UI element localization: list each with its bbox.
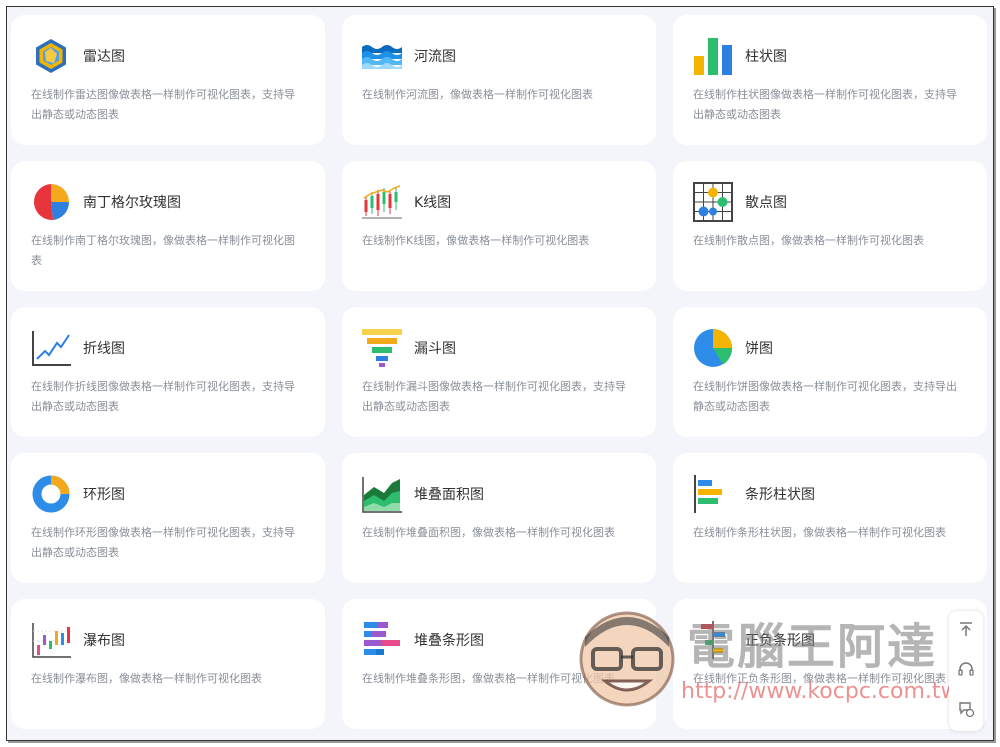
card-funnel[interactable]: 漏斗图 在线制作漏斗图像做表格一样制作可视化图表，支持导出静态或动态图表 [342,307,656,437]
card-radar[interactable]: 雷达图 在线制作雷达图像做表格一样制作可视化图表，支持导出静态或动态图表 [11,15,325,145]
card-title: 散点图 [745,195,787,211]
card-description: 在线制作条形柱状图，像做表格一样制作可视化图表 [693,526,946,539]
card-horizontal-bar[interactable]: 条形柱状图 在线制作条形柱状图，像做表格一样制作可视化图表 [673,453,987,583]
river-chart-icon [362,36,402,76]
line-chart-icon [31,328,71,368]
card-title: 堆叠面积图 [414,487,484,503]
card-stacked-bar[interactable]: 堆叠条形图 在线制作堆叠条形图，像做表格一样制作可视化图表 [342,599,656,729]
card-waterfall[interactable]: 瀑布图 在线制作瀑布图，像做表格一样制作可视化图表 [11,599,325,729]
card-title: 柱状图 [745,49,787,65]
card-stacked-area[interactable]: 堆叠面积图 在线制作堆叠面积图，像做表格一样制作可视化图表 [342,453,656,583]
card-description: 在线制作环形图像做表格一样制作可视化图表，支持导出静态或动态图表 [31,526,295,559]
card-title: 南丁格尔玫瑰图 [83,195,181,211]
card-title: 环形图 [83,487,125,503]
scatter-chart-icon [693,182,733,222]
stacked-area-chart-icon [362,474,402,514]
card-description: 在线制作K线图，像做表格一样制作可视化图表 [362,234,590,247]
card-candlestick[interactable]: K线图 在线制作K线图，像做表格一样制作可视化图表 [342,161,656,291]
card-diverging-bar[interactable]: 正负条形图 在线制作正负条形图，像做表格一样制作可视化图表 [673,599,987,729]
card-title: 饼图 [745,341,773,357]
card-title: 条形柱状图 [745,487,815,503]
chart-type-grid: 雷达图 在线制作雷达图像做表格一样制作可视化图表，支持导出静态或动态图表 河流图… [11,15,987,729]
card-description: 在线制作南丁格尔玫瑰图，像做表格一样制作可视化图表 [31,234,295,267]
radar-chart-icon [31,36,71,76]
card-rose[interactable]: 南丁格尔玫瑰图 在线制作南丁格尔玫瑰图，像做表格一样制作可视化图表 [11,161,325,291]
feedback-button[interactable] [949,691,983,731]
candlestick-chart-icon [362,182,402,222]
customer-service-button[interactable] [949,651,983,691]
floating-toolbar [949,611,983,731]
card-description: 在线制作堆叠条形图，像做表格一样制作可视化图表 [362,672,615,685]
card-title: 瀑布图 [83,633,125,649]
page-frame: 雷达图 在线制作雷达图像做表格一样制作可视化图表，支持导出静态或动态图表 河流图… [6,6,994,741]
pie-chart-icon [693,328,733,368]
card-title: 河流图 [414,49,456,65]
card-river[interactable]: 河流图 在线制作河流图，像做表格一样制作可视化图表 [342,15,656,145]
card-pie[interactable]: 饼图 在线制作饼图像做表格一样制作可视化图表，支持导出静态或动态图表 [673,307,987,437]
card-title: K线图 [414,195,452,211]
card-description: 在线制作折线图像做表格一样制作可视化图表，支持导出静态或动态图表 [31,380,295,413]
card-description: 在线制作正负条形图，像做表格一样制作可视化图表 [693,672,946,685]
rose-chart-icon [31,182,71,222]
card-description: 在线制作河流图，像做表格一样制作可视化图表 [362,88,593,101]
card-description: 在线制作瀑布图，像做表格一样制作可视化图表 [31,672,262,685]
card-donut[interactable]: 环形图 在线制作环形图像做表格一样制作可视化图表，支持导出静态或动态图表 [11,453,325,583]
card-description: 在线制作柱状图像做表格一样制作可视化图表，支持导出静态或动态图表 [693,88,957,121]
card-bar[interactable]: 柱状图 在线制作柱状图像做表格一样制作可视化图表，支持导出静态或动态图表 [673,15,987,145]
card-description: 在线制作堆叠面积图，像做表格一样制作可视化图表 [362,526,615,539]
card-scatter[interactable]: 散点图 在线制作散点图，像做表格一样制作可视化图表 [673,161,987,291]
waterfall-chart-icon [31,620,71,660]
diverging-bar-chart-icon [693,620,733,660]
horizontal-bar-chart-icon [693,474,733,514]
back-to-top-icon [958,621,974,641]
card-title: 雷达图 [83,49,125,65]
card-description: 在线制作饼图像做表格一样制作可视化图表，支持导出静态或动态图表 [693,380,957,413]
bar-chart-icon [693,36,733,76]
stacked-bar-chart-icon [362,620,402,660]
back-to-top-button[interactable] [949,611,983,651]
card-description: 在线制作漏斗图像做表格一样制作可视化图表，支持导出静态或动态图表 [362,380,626,413]
card-description: 在线制作散点图，像做表格一样制作可视化图表 [693,234,924,247]
headset-icon [957,660,975,682]
card-title: 正负条形图 [745,633,815,649]
card-title: 堆叠条形图 [414,633,484,649]
card-line[interactable]: 折线图 在线制作折线图像做表格一样制作可视化图表，支持导出静态或动态图表 [11,307,325,437]
card-title: 折线图 [83,341,125,357]
feedback-icon [957,700,975,722]
card-title: 漏斗图 [414,341,456,357]
card-description: 在线制作雷达图像做表格一样制作可视化图表，支持导出静态或动态图表 [31,88,295,121]
funnel-chart-icon [362,328,402,368]
donut-chart-icon [31,474,71,514]
